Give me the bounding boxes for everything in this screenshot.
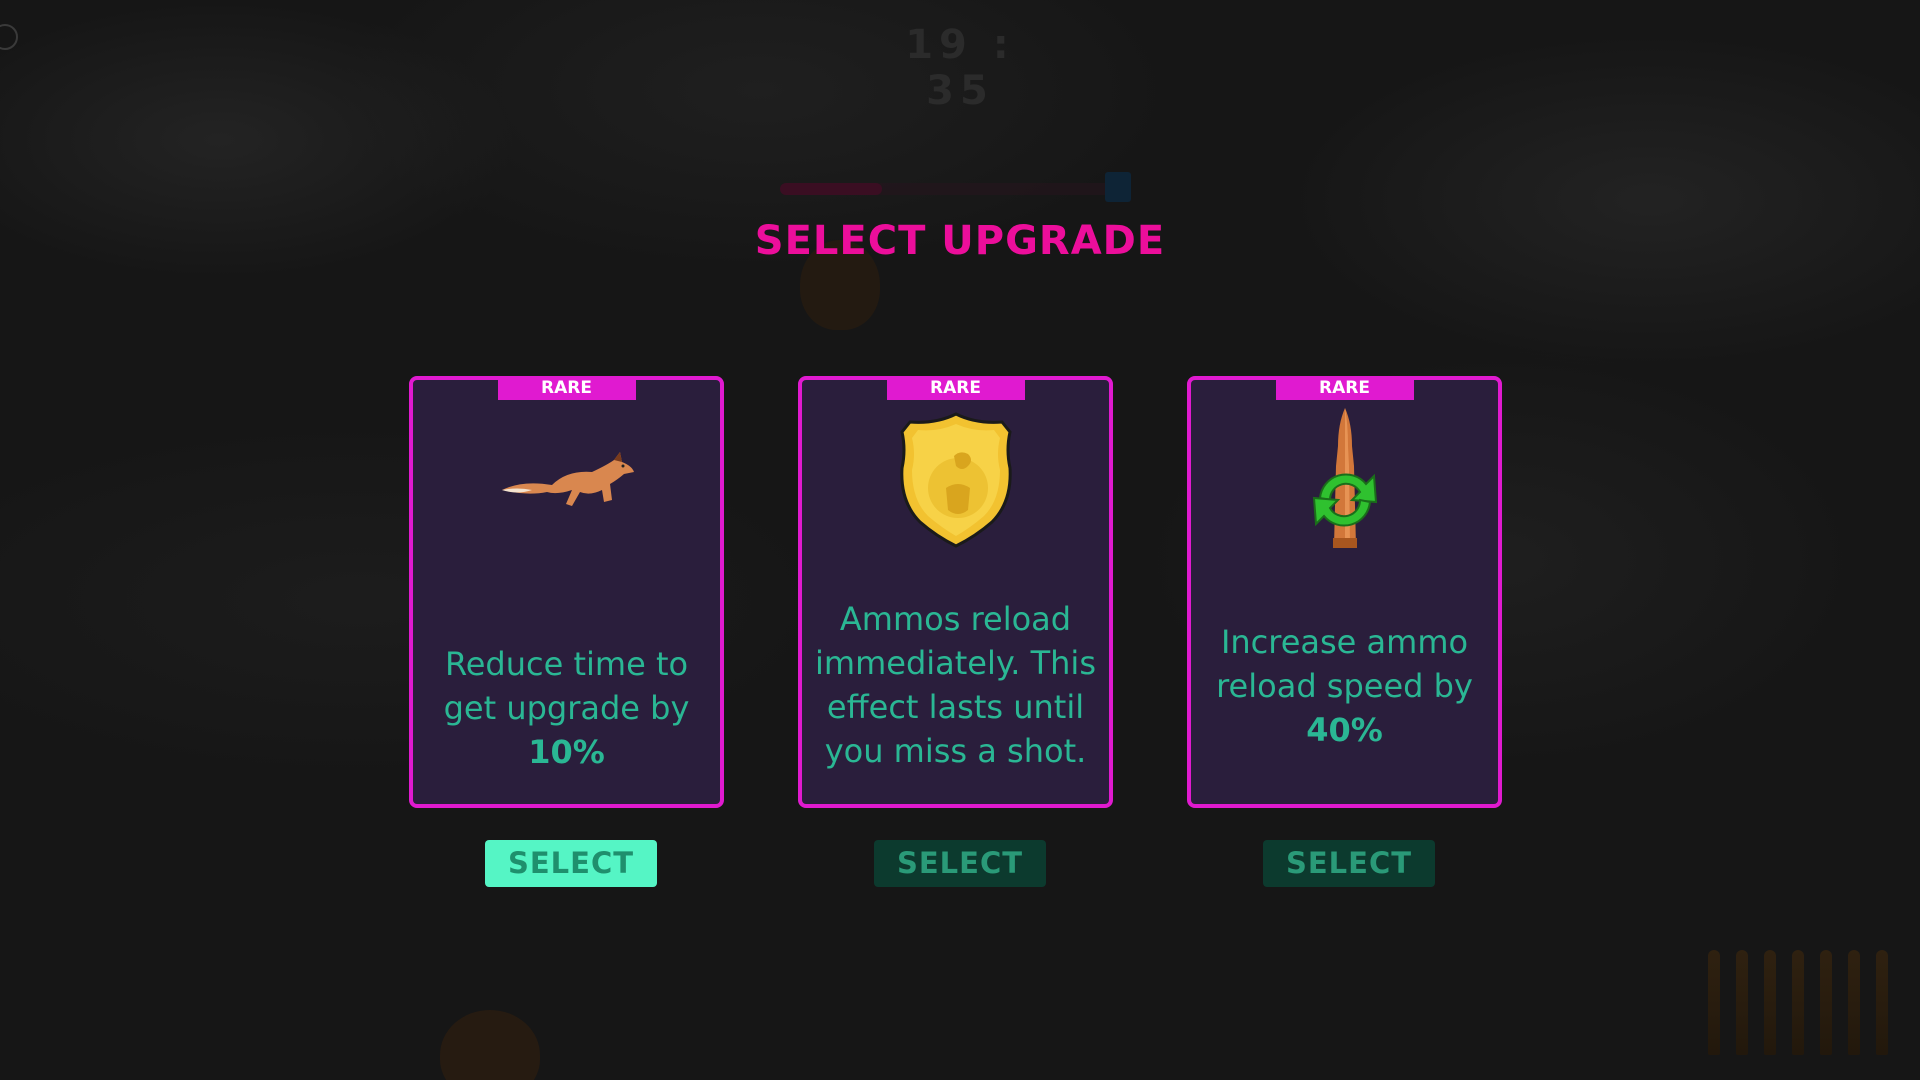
upgrade-description: Reduce time to get upgrade by 10% — [443, 645, 690, 771]
gold-acorn-shield-icon — [899, 412, 1012, 548]
upgrade-card[interactable]: RARE Increase ammo reload speed by 40% — [1187, 376, 1502, 808]
game-timer: 19 : 35 — [905, 22, 1015, 114]
bullet-icon — [1848, 950, 1860, 1055]
crosshair-icon — [0, 24, 18, 50]
running-fox-icon — [501, 452, 634, 506]
ammo-counter — [1708, 950, 1888, 1055]
rarity-badge: RARE — [1275, 376, 1414, 400]
bullet-icon — [1820, 950, 1832, 1055]
upgrade-card[interactable]: RARE Reduce time to get upgrade by 10% — [409, 376, 724, 808]
bullet-icon — [1876, 950, 1888, 1055]
bullet-icon — [1792, 950, 1804, 1055]
select-button[interactable]: SELECT — [1263, 840, 1435, 887]
upgrade-progress-fill — [780, 183, 882, 195]
rarity-badge: RARE — [886, 376, 1025, 400]
upgrade-description: Ammos reload immediately. This effect la… — [815, 600, 1096, 770]
bullet-icon — [1764, 950, 1776, 1055]
acorn-icon — [440, 1010, 540, 1080]
upgrade-card-icon — [1105, 172, 1131, 202]
bullet-reload-icon — [1312, 408, 1377, 548]
bullet-icon — [1736, 950, 1748, 1055]
select-upgrade-title: SELECT UPGRADE — [754, 218, 1166, 264]
select-button[interactable]: SELECT — [874, 840, 1046, 887]
upgrade-progress-bar — [780, 183, 1120, 195]
bullet-icon — [1708, 950, 1720, 1055]
upgrade-card[interactable]: RARE Ammos reload immediately. This effe… — [798, 376, 1113, 808]
upgrade-description: Increase ammo reload speed by 40% — [1216, 623, 1473, 749]
rarity-badge: RARE — [497, 376, 636, 400]
select-button[interactable]: SELECT — [485, 840, 657, 887]
game-screen: 19 : 35 SELECT UPGRADE RARE Reduce time … — [0, 0, 1920, 1080]
